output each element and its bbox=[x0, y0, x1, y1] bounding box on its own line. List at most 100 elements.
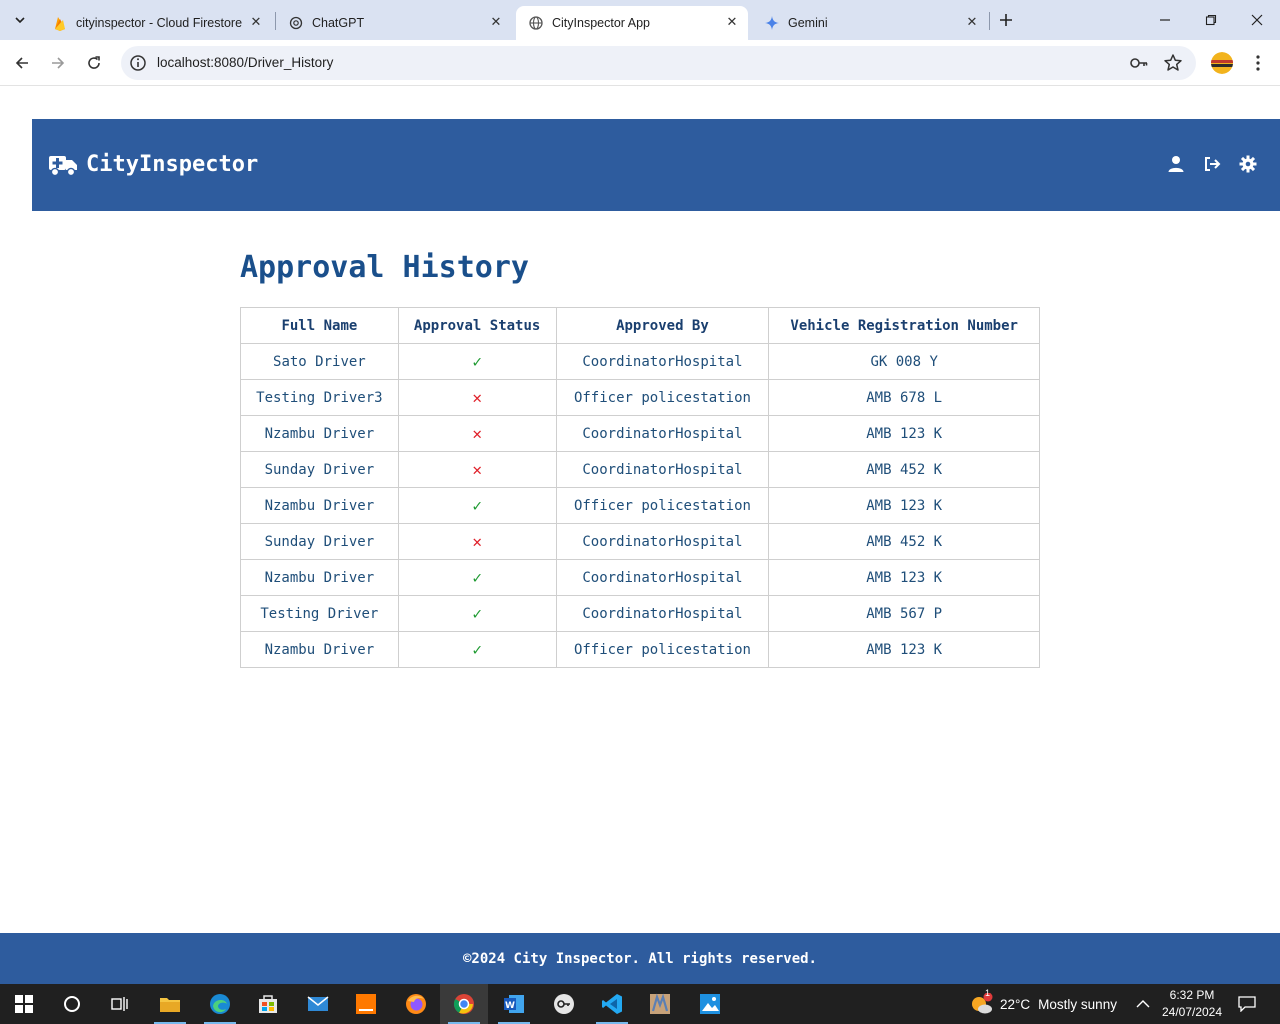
firefox-icon bbox=[406, 994, 426, 1014]
tab-separator bbox=[989, 12, 990, 30]
mail-envelope-icon bbox=[307, 996, 329, 1011]
user-icon[interactable] bbox=[1167, 155, 1185, 173]
cell-vehicle-registration: AMB 452 K bbox=[768, 451, 1040, 488]
cell-full-name: Sunday Driver bbox=[240, 451, 399, 488]
cell-approved-by: CoordinatorHospital bbox=[555, 451, 770, 488]
password-key-icon[interactable] bbox=[1129, 54, 1149, 72]
orange-logo-icon bbox=[356, 994, 376, 1014]
forward-button[interactable] bbox=[44, 49, 72, 77]
column-header-approval-status: Approval Status bbox=[397, 307, 557, 344]
mail-button[interactable] bbox=[294, 984, 342, 1024]
weather-badge: 1 bbox=[985, 988, 991, 998]
sign-out-icon[interactable] bbox=[1203, 155, 1221, 173]
settings-gear-icon[interactable] bbox=[1239, 155, 1257, 173]
cell-vehicle-registration: AMB 123 K bbox=[768, 415, 1040, 452]
weather-condition: Mostly sunny bbox=[1038, 996, 1117, 1012]
close-window-button[interactable] bbox=[1234, 0, 1280, 40]
app-footer: ©2024 City Inspector. All rights reserve… bbox=[0, 933, 1280, 984]
table-header-row: Full Name Approval Status Approved By Ve… bbox=[240, 307, 1040, 344]
close-tab-icon[interactable]: ✕ bbox=[248, 14, 264, 30]
chrome-icon bbox=[453, 994, 474, 1014]
tab-search-button[interactable] bbox=[6, 6, 34, 34]
table-body: Sato Driver ✓ CoordinatorHospital GK 008 Y T… bbox=[240, 343, 1040, 668]
cell-approval-status: ✓ bbox=[397, 487, 557, 524]
profile-avatar[interactable] bbox=[1211, 52, 1233, 74]
tab-chatgpt[interactable]: ChatGPT ✕ bbox=[276, 6, 512, 40]
close-tab-icon[interactable]: ✕ bbox=[964, 14, 980, 30]
cross-icon: ✕ bbox=[472, 460, 482, 479]
tab-cityinspector-app[interactable]: CityInspector App ✕ bbox=[516, 6, 748, 40]
weather-widget[interactable]: 1 22°C Mostly sunny bbox=[970, 984, 1117, 1024]
orange-app-button[interactable] bbox=[342, 984, 390, 1024]
chevron-up-icon bbox=[1136, 1000, 1150, 1008]
system-clock[interactable]: 6:32 PM 24/07/2024 bbox=[1158, 987, 1226, 1021]
cell-approval-status: ✕ bbox=[397, 523, 557, 560]
cortana-button[interactable] bbox=[48, 984, 96, 1024]
tab-gemini[interactable]: Gemini ✕ bbox=[752, 6, 988, 40]
tab-firestore[interactable]: cityinspector - Cloud Firestore ✕ bbox=[40, 6, 272, 40]
close-tab-icon[interactable]: ✕ bbox=[724, 14, 740, 30]
firefox-button[interactable] bbox=[392, 984, 440, 1024]
brand-logo[interactable]: CityInspector bbox=[48, 151, 258, 177]
photos-app-button[interactable] bbox=[686, 984, 734, 1024]
tray-overflow-button[interactable] bbox=[1136, 984, 1150, 1024]
start-button[interactable] bbox=[0, 984, 48, 1024]
table-row: Sato Driver ✓ CoordinatorHospital GK 008 Y bbox=[240, 343, 1040, 380]
check-icon: ✓ bbox=[472, 496, 482, 515]
cell-vehicle-registration: AMB 123 K bbox=[768, 631, 1040, 668]
cross-icon: ✕ bbox=[472, 388, 482, 407]
table-row: Sunday Driver ✕ CoordinatorHospital AMB 452… bbox=[240, 451, 1040, 488]
bookmark-star-icon[interactable] bbox=[1163, 53, 1183, 73]
back-button[interactable] bbox=[8, 49, 36, 77]
check-icon: ✓ bbox=[472, 640, 482, 659]
reload-button[interactable] bbox=[80, 49, 108, 77]
browser-menu-button[interactable] bbox=[1248, 52, 1268, 74]
vscode-icon bbox=[602, 994, 622, 1014]
cell-full-name: Nzambu Driver bbox=[240, 487, 399, 524]
chrome-button[interactable] bbox=[440, 984, 488, 1024]
file-explorer-button[interactable] bbox=[146, 984, 194, 1024]
edge-button[interactable] bbox=[196, 984, 244, 1024]
gitkraken-button[interactable] bbox=[540, 984, 588, 1024]
cell-approved-by: CoordinatorHospital bbox=[555, 523, 770, 560]
cell-vehicle-registration: AMB 123 K bbox=[768, 559, 1040, 596]
cell-approved-by: CoordinatorHospital bbox=[555, 343, 770, 380]
cell-approved-by: Officer policestation bbox=[555, 379, 770, 416]
table-row: Nzambu Driver ✓ CoordinatorHospital AMB 123… bbox=[240, 559, 1040, 596]
url-text[interactable]: localhost:8080/Driver_History bbox=[157, 55, 333, 70]
cell-vehicle-registration: AMB 452 K bbox=[768, 523, 1040, 560]
copyright-text: ©2024 City Inspector. All rights reserve… bbox=[462, 950, 817, 967]
new-tab-button[interactable] bbox=[994, 8, 1018, 32]
table-row: Nzambu Driver ✓ Officer policestation AMB 1… bbox=[240, 631, 1040, 668]
vscode-button[interactable] bbox=[588, 984, 636, 1024]
restore-button[interactable] bbox=[1188, 0, 1234, 40]
check-icon: ✓ bbox=[472, 604, 482, 623]
table-row: Sunday Driver ✕ CoordinatorHospital AMB 452… bbox=[240, 523, 1040, 560]
plus-icon bbox=[1000, 14, 1012, 26]
cell-approved-by: Officer policestation bbox=[555, 631, 770, 668]
word-button[interactable]: W bbox=[490, 984, 538, 1024]
cell-approval-status: ✓ bbox=[397, 559, 557, 596]
tab-title: cityinspector - Cloud Firestore bbox=[76, 16, 243, 30]
site-info-icon[interactable] bbox=[129, 54, 147, 72]
action-center-button[interactable] bbox=[1238, 984, 1256, 1024]
table-row: Testing Driver3 ✕ Officer policestation AMB… bbox=[240, 379, 1040, 416]
windows-logo-icon bbox=[15, 995, 33, 1013]
page-title: Approval History bbox=[240, 250, 529, 285]
microsoft-store-button[interactable] bbox=[244, 984, 292, 1024]
cell-full-name: Sunday Driver bbox=[240, 523, 399, 560]
cell-approval-status: ✓ bbox=[397, 343, 557, 380]
close-tab-icon[interactable]: ✕ bbox=[488, 14, 504, 30]
minimize-icon bbox=[1160, 19, 1170, 21]
paint-app-button[interactable] bbox=[636, 984, 684, 1024]
browser-tab-bar: cityinspector - Cloud Firestore ✕ ChatGP… bbox=[0, 0, 1280, 40]
minimize-button[interactable] bbox=[1142, 0, 1188, 40]
task-view-button[interactable] bbox=[96, 984, 144, 1024]
cross-icon: ✕ bbox=[472, 424, 482, 443]
edge-browser-icon bbox=[210, 994, 230, 1014]
arrow-left-icon bbox=[15, 57, 28, 69]
firebase-icon bbox=[52, 15, 68, 31]
cell-full-name: Nzambu Driver bbox=[240, 415, 399, 452]
address-bar[interactable]: localhost:8080/Driver_History bbox=[121, 46, 1196, 80]
table-row: Testing Driver ✓ CoordinatorHospital AMB 56… bbox=[240, 595, 1040, 632]
